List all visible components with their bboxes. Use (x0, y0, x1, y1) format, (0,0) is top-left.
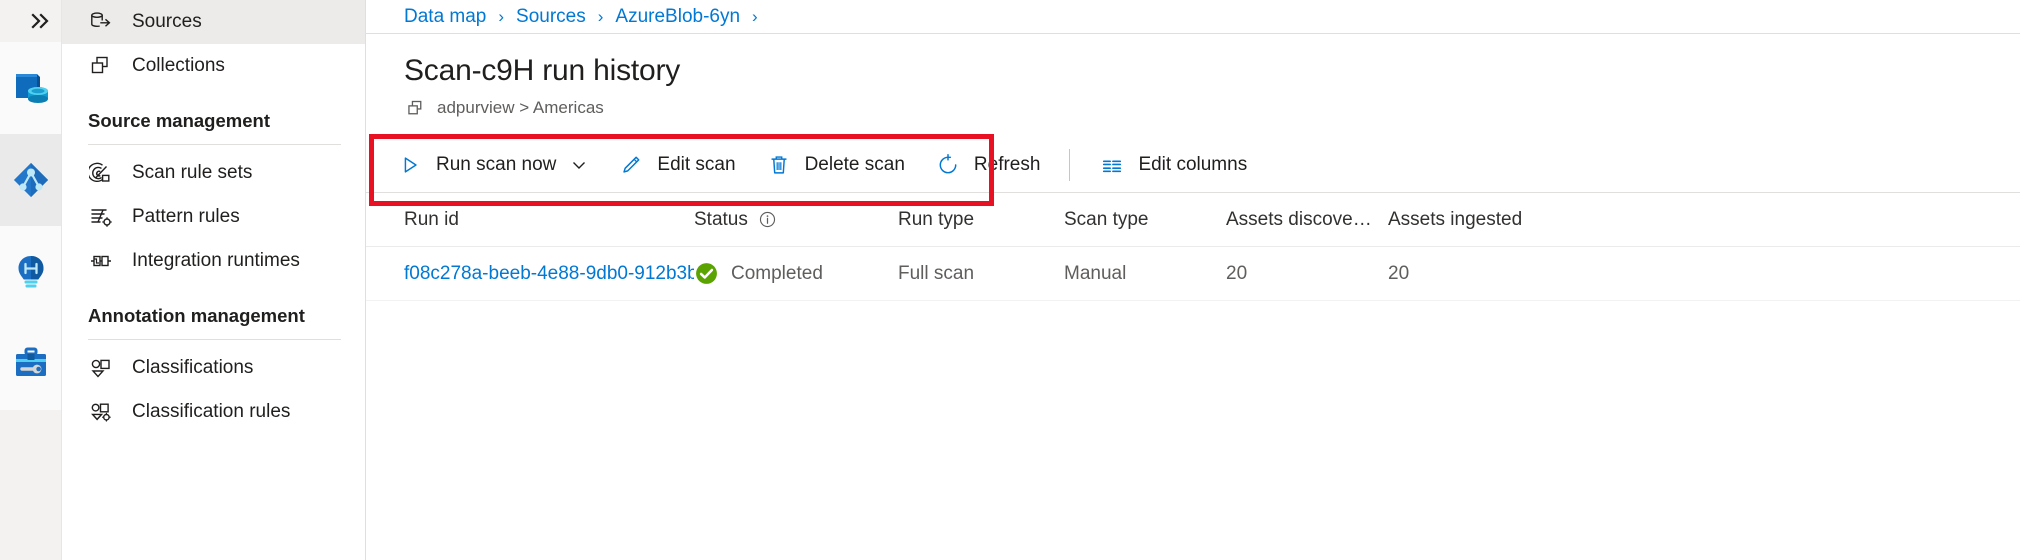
page-title: Scan-c9H run history (404, 54, 2020, 88)
command-bar-divider (1069, 149, 1070, 181)
toolbox-icon (10, 343, 52, 385)
assets-discovered-value: 20 (1226, 263, 1247, 285)
nav-section-title-source-management: Source management (62, 88, 365, 138)
column-header-label: Run id (404, 209, 459, 231)
check-circle-filled-icon (694, 261, 719, 286)
refresh-label: Refresh (974, 154, 1041, 176)
cell-run-id[interactable]: f08c278a-beeb-4e88-9db0-912b3b1 (404, 263, 694, 285)
cell-status: Completed (694, 261, 898, 286)
page-subtitle-text: adpurview > Americas (437, 98, 604, 118)
rail-item-data-catalog[interactable] (0, 42, 61, 134)
column-header-run-type[interactable]: Run type (898, 209, 1064, 231)
play-triangle-icon (397, 152, 423, 178)
cell-assets-ingested: 20 (1388, 263, 1608, 285)
table-header-row: Run id Status Run type (366, 193, 2020, 247)
sidebar-item-classification-rules[interactable]: Classification rules (62, 390, 365, 434)
delete-scan-button[interactable]: Delete scan (751, 142, 920, 188)
column-header-run-id[interactable]: Run id (404, 209, 694, 231)
breadcrumb-separator-icon: › (598, 7, 604, 27)
sidebar-item-classifications[interactable]: Classifications (62, 346, 365, 390)
book-database-icon (10, 67, 52, 109)
main-content: Data map › Sources › AzureBlob-6yn › Sca… (366, 0, 2020, 560)
app-icon-rail (0, 0, 62, 560)
column-header-label: Scan type (1064, 209, 1149, 231)
sidebar-item-label: Integration runtimes (132, 250, 300, 272)
sidebar-item-scan-rule-sets[interactable]: Scan rule sets (62, 151, 365, 195)
sidebar-item-label: Sources (132, 11, 202, 33)
breadcrumb: Data map › Sources › AzureBlob-6yn › (366, 0, 2020, 34)
column-header-assets-ingested[interactable]: Assets ingested (1388, 209, 1608, 231)
sidebar-item-label: Pattern rules (132, 206, 240, 228)
classifications-icon (88, 355, 114, 381)
sidebar-item-label: Classification rules (132, 401, 290, 423)
collection-icon (404, 97, 426, 119)
sidebar-item-integration-runtimes[interactable]: Integration runtimes (62, 239, 365, 283)
edit-scan-button[interactable]: Edit scan (603, 142, 750, 188)
sidebar-item-label: Collections (132, 55, 225, 77)
column-header-label: Run type (898, 209, 974, 231)
scan-type-text: Manual (1064, 263, 1126, 285)
purview-scan-run-history-page: Sources Collections Source management (0, 0, 2020, 560)
breadcrumb-item-data-map[interactable]: Data map (404, 6, 486, 28)
column-header-status[interactable]: Status (694, 209, 898, 231)
column-header-assets-discovered[interactable]: Assets discove… (1226, 209, 1388, 231)
edit-columns-button[interactable]: Edit columns (1084, 142, 1262, 188)
pencil-icon (618, 152, 644, 178)
command-bar: Run scan now Edit scan (366, 137, 2020, 193)
run-scan-now-button[interactable]: Run scan now (382, 142, 603, 188)
column-header-scan-type[interactable]: Scan type (1064, 209, 1226, 231)
refresh-icon (935, 152, 961, 178)
run-scan-now-label: Run scan now (436, 154, 556, 176)
page-subtitle: adpurview > Americas (404, 97, 2020, 119)
rail-item-data-map[interactable] (0, 134, 61, 226)
nav-divider (88, 144, 341, 145)
table-row[interactable]: f08c278a-beeb-4e88-9db0-912b3b1 Complete… (366, 247, 2020, 301)
run-history-table: Run id Status Run type (366, 193, 2020, 301)
delete-scan-label: Delete scan (805, 154, 905, 176)
assets-ingested-value: 20 (1388, 263, 1409, 285)
column-header-label: Assets discove… (1226, 209, 1372, 231)
sidebar-item-pattern-rules[interactable]: Pattern rules (62, 195, 365, 239)
lightbulb-icon (10, 251, 52, 293)
nav-divider (88, 339, 341, 340)
run-id-link-text: f08c278a-beeb-4e88-9db0-912b3b1 (404, 263, 694, 285)
refresh-button[interactable]: Refresh (920, 142, 1056, 188)
status-text: Completed (731, 263, 823, 285)
trash-icon (766, 152, 792, 178)
sidebar-item-collections[interactable]: Collections (62, 44, 365, 88)
nav-section-title-annotation-management: Annotation management (62, 283, 365, 333)
cell-assets-discovered: 20 (1226, 263, 1388, 285)
edit-columns-icon (1099, 152, 1125, 178)
chevron-double-right-icon (30, 12, 52, 30)
run-type-text: Full scan (898, 263, 974, 285)
expand-nav-button[interactable] (0, 0, 61, 42)
pattern-rules-icon (88, 204, 114, 230)
collections-icon (88, 53, 114, 79)
scan-rule-sets-icon (88, 160, 114, 186)
info-circle-icon[interactable] (758, 210, 777, 229)
left-nav-panel: Sources Collections Source management (62, 0, 366, 560)
data-map-diamond-icon (10, 159, 52, 201)
integration-runtimes-icon (88, 248, 114, 274)
sidebar-item-label: Classifications (132, 357, 253, 379)
edit-columns-label: Edit columns (1138, 154, 1247, 176)
breadcrumb-separator-icon: › (498, 7, 504, 27)
classification-rules-icon (88, 399, 114, 425)
rail-item-insights[interactable] (0, 226, 61, 318)
column-header-label: Status (694, 209, 748, 231)
breadcrumb-item-sources[interactable]: Sources (516, 6, 586, 28)
chevron-down-icon[interactable] (570, 156, 588, 174)
page-header: Scan-c9H run history adpurview > America… (366, 34, 2020, 119)
sources-icon (88, 9, 114, 35)
column-header-label: Assets ingested (1388, 209, 1522, 231)
cell-scan-type: Manual (1064, 263, 1226, 285)
breadcrumb-item-azureblob[interactable]: AzureBlob-6yn (615, 6, 740, 28)
rail-item-management[interactable] (0, 318, 61, 410)
breadcrumb-separator-icon: › (752, 7, 758, 27)
edit-scan-label: Edit scan (657, 154, 735, 176)
command-bar-wrapper: Run scan now Edit scan (366, 137, 2020, 193)
sidebar-item-sources[interactable]: Sources (62, 0, 365, 44)
sidebar-item-label: Scan rule sets (132, 162, 252, 184)
cell-run-type: Full scan (898, 263, 1064, 285)
